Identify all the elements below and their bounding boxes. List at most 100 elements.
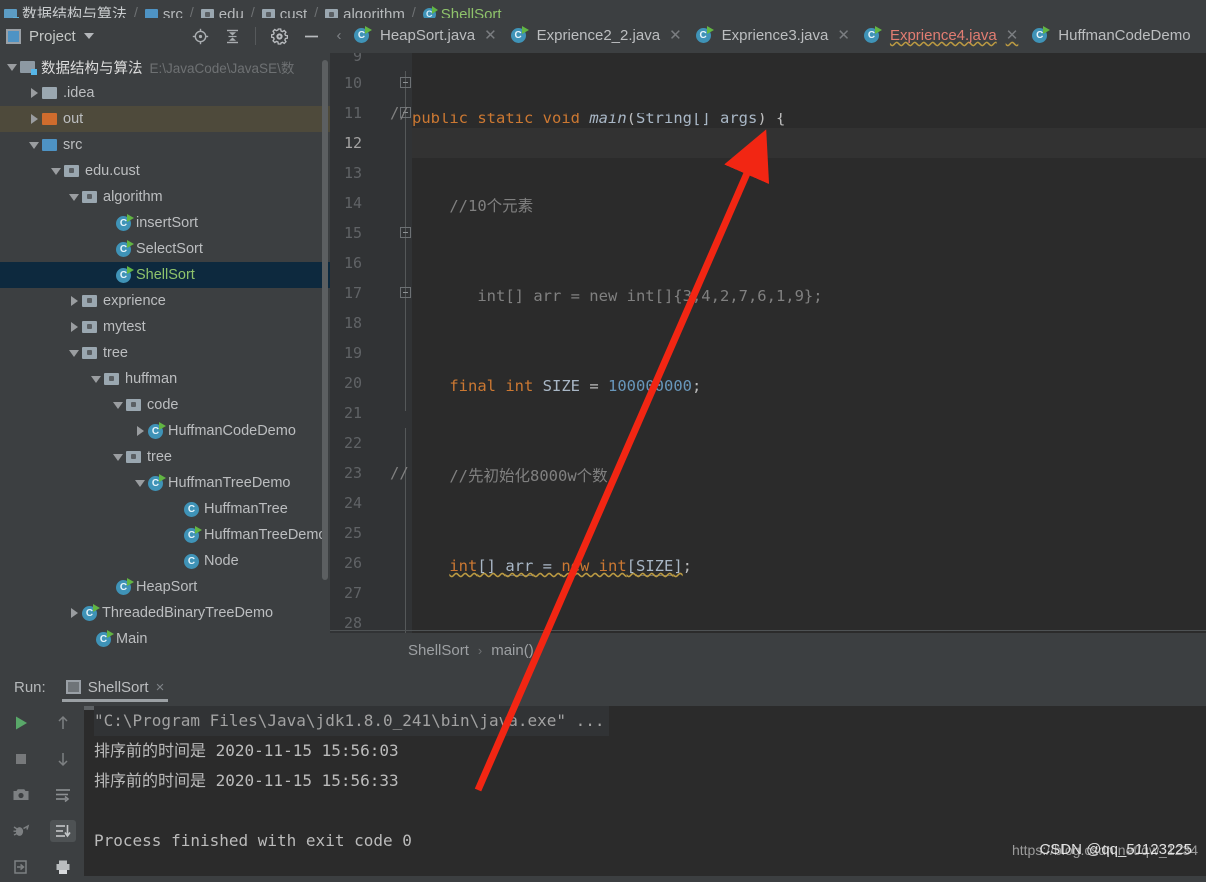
gear-icon[interactable] xyxy=(270,27,288,45)
tree-row-algorithm[interactable]: algorithm xyxy=(0,184,330,210)
close-icon[interactable]: ✕ xyxy=(484,28,497,43)
export-icon[interactable] xyxy=(8,856,34,878)
tree-label: HeapSort xyxy=(136,579,197,595)
tree-label: tree xyxy=(103,345,128,361)
close-icon[interactable]: ✕ xyxy=(837,28,850,43)
expand-arrow-icon[interactable] xyxy=(66,322,82,332)
breadcrumb-item-src[interactable]: src xyxy=(145,0,183,18)
tree-row-threadedbinarytreedemo[interactable]: ThreadedBinaryTreeDemo xyxy=(0,600,330,626)
expand-arrow-icon[interactable] xyxy=(26,142,42,149)
project-view-selector[interactable]: Project xyxy=(6,28,94,45)
java-runnable-class-icon xyxy=(82,606,97,621)
code-editor[interactable]: 9 10 11 12 13 14 15 16 17 18 19 20 21 22… xyxy=(330,53,1206,633)
breadcrumb-item-algorithm[interactable]: algorithm xyxy=(325,0,405,18)
expand-arrow-icon[interactable] xyxy=(66,350,82,357)
tab-heapsort[interactable]: HeapSort.java ✕ xyxy=(348,18,505,53)
tree-row-insertsort[interactable]: insertSort xyxy=(0,210,330,236)
tree-row-exprience[interactable]: exprience xyxy=(0,288,330,314)
breadcrumb-item-edu[interactable]: edu xyxy=(201,0,244,18)
expand-arrow-icon[interactable] xyxy=(48,168,64,175)
locate-icon[interactable] xyxy=(191,27,209,45)
tab-scroll-left-icon[interactable]: ‹ xyxy=(330,27,348,44)
tree-label: out xyxy=(63,111,83,127)
run-label: Run: xyxy=(14,679,46,696)
tree-row-edu-cust[interactable]: edu.cust xyxy=(0,158,330,184)
collapse-all-icon[interactable] xyxy=(223,27,241,45)
tree-row-mytest[interactable]: mytest xyxy=(0,314,330,340)
tab-exprience2-2[interactable]: Exprience2_2.java ✕ xyxy=(505,18,690,53)
project-tree-scrollbar[interactable] xyxy=(322,60,328,580)
expand-arrow-icon[interactable] xyxy=(26,88,42,98)
console-icon xyxy=(66,680,81,694)
breadcrumb-class[interactable]: ShellSort xyxy=(408,642,469,659)
close-icon[interactable]: ✕ xyxy=(1006,28,1019,43)
expand-arrow-icon[interactable] xyxy=(26,114,42,124)
run-tab-shellsort[interactable]: ShellSort × xyxy=(62,668,169,706)
tree-row-huffmancodedemo[interactable]: HuffmanCodeDemo xyxy=(0,418,330,444)
print-icon[interactable] xyxy=(50,856,76,878)
tree-label: algorithm xyxy=(103,189,163,205)
tree-label: ShellSort xyxy=(136,267,195,283)
java-runnable-class-icon xyxy=(148,476,163,491)
scroll-to-end-icon[interactable] xyxy=(50,820,76,842)
up-arrow-icon[interactable] xyxy=(50,712,76,734)
screenshot-icon[interactable] xyxy=(8,784,34,806)
tree-row-src[interactable]: src xyxy=(0,132,330,158)
tab-exprience3[interactable]: Exprience3.java ✕ xyxy=(690,18,858,53)
tree-row-code[interactable]: code xyxy=(0,392,330,418)
tree-row-huffmantreedemo[interactable]: HuffmanTreeDemo xyxy=(0,470,330,496)
tree-row-out[interactable]: out xyxy=(0,106,330,132)
tree-row-tree-inner[interactable]: tree xyxy=(0,444,330,470)
breadcrumb-item-shellsort[interactable]: ShellSort xyxy=(423,0,502,18)
debug-toggle-icon[interactable] xyxy=(8,820,34,842)
editor-gutter[interactable]: 9 10 11 12 13 14 15 16 17 18 19 20 21 22… xyxy=(330,53,412,633)
tab-label: Exprience3.java xyxy=(722,27,829,44)
rerun-icon[interactable] xyxy=(8,712,34,734)
tree-label: ThreadedBinaryTreeDemo xyxy=(102,605,273,621)
breadcrumb-item-project[interactable]: 数据结构与算法 xyxy=(4,0,127,18)
editor-tab-bar: ‹ HeapSort.java ✕ Exprience2_2.java ✕ Ex… xyxy=(330,18,1206,53)
chevron-down-icon[interactable] xyxy=(84,33,94,39)
project-tree[interactable]: 数据结构与算法 E:\JavaCode\JavaSE\数 .idea out s… xyxy=(0,54,330,668)
soft-wrap-icon[interactable] xyxy=(50,784,76,806)
down-arrow-icon[interactable] xyxy=(50,748,76,770)
tree-row-shellsort[interactable]: ShellSort xyxy=(0,262,330,288)
expand-arrow-icon[interactable] xyxy=(66,608,82,618)
breadcrumb-item-cust[interactable]: cust xyxy=(262,0,308,18)
close-icon[interactable]: × xyxy=(156,679,165,696)
expand-arrow-icon[interactable] xyxy=(110,402,126,409)
tree-row-huffman[interactable]: huffman xyxy=(0,366,330,392)
close-icon[interactable]: ✕ xyxy=(669,28,682,43)
package-icon xyxy=(82,191,97,203)
expand-arrow-icon[interactable] xyxy=(66,194,82,201)
module-icon xyxy=(4,9,17,18)
expand-arrow-icon[interactable] xyxy=(132,426,148,436)
source-code[interactable]: public static void main(String[] args) {… xyxy=(412,53,1206,633)
tree-row-main[interactable]: Main xyxy=(0,626,330,652)
expand-arrow-icon[interactable] xyxy=(110,454,126,461)
tree-row-project[interactable]: 数据结构与算法 E:\JavaCode\JavaSE\数 xyxy=(0,54,330,80)
java-runnable-class-icon xyxy=(696,28,711,43)
tree-row-huffmantree[interactable]: HuffmanTree xyxy=(0,496,330,522)
expand-arrow-icon[interactable] xyxy=(4,64,20,71)
tree-row-huffmantreedemo-inner[interactable]: HuffmanTreeDemo xyxy=(0,522,330,548)
tree-row-node[interactable]: Node xyxy=(0,548,330,574)
source-folder-icon xyxy=(42,139,57,151)
java-runnable-class-icon xyxy=(148,424,163,439)
tree-row-tree[interactable]: tree xyxy=(0,340,330,366)
tree-row-heapsort[interactable]: HeapSort xyxy=(0,574,330,600)
tree-row-selectsort[interactable]: SelectSort xyxy=(0,236,330,262)
stop-icon[interactable] xyxy=(8,748,34,770)
package-icon xyxy=(126,451,141,463)
tab-huffmancodedemo[interactable]: HuffmanCodeDemo xyxy=(1026,18,1198,53)
expand-arrow-icon[interactable] xyxy=(132,480,148,487)
java-runnable-class-icon xyxy=(1032,28,1047,43)
tree-row-idea[interactable]: .idea xyxy=(0,80,330,106)
expand-arrow-icon[interactable] xyxy=(66,296,82,306)
minimize-icon[interactable] xyxy=(302,27,320,45)
breadcrumb-method[interactable]: main() xyxy=(491,642,534,659)
expand-arrow-icon[interactable] xyxy=(88,376,104,383)
tree-label: 数据结构与算法 xyxy=(41,57,143,78)
code-line-10: //10个元素 xyxy=(412,191,1206,221)
tab-exprience4[interactable]: Exprience4.java ✕ xyxy=(858,18,1026,53)
